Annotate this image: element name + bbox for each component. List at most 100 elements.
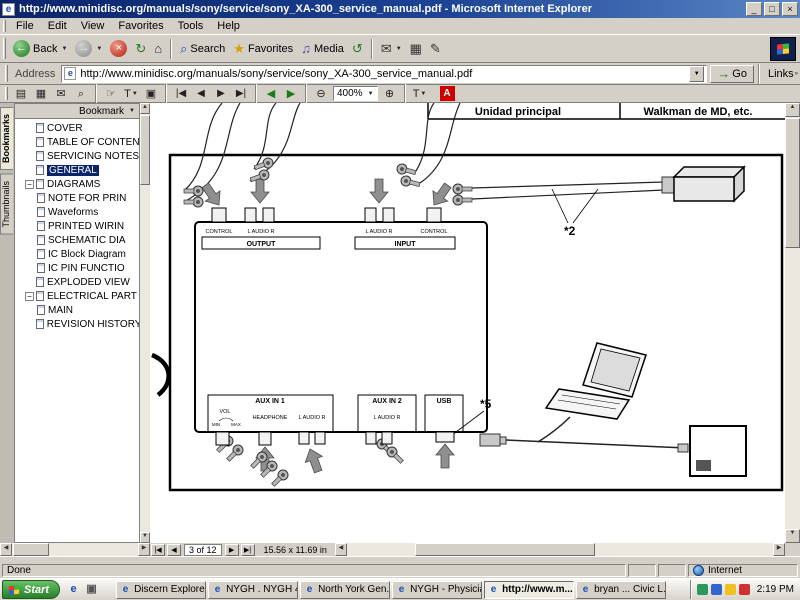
menu-tools[interactable]: Tools <box>171 19 211 33</box>
address-grip[interactable] <box>5 65 8 82</box>
scroll-up-button[interactable]: ▲ <box>140 103 150 114</box>
last-page-button[interactable]: ▶| <box>232 86 250 101</box>
bookmark-item-revision-history[interactable]: REVISION HISTORY <box>15 317 139 331</box>
bookmark-item-general[interactable]: GENERAL <box>15 163 139 177</box>
next-page-button[interactable]: ▶ <box>225 544 239 556</box>
minimize-button[interactable]: _ <box>746 2 762 16</box>
stop-button[interactable]: × <box>106 37 131 61</box>
acrobat-print-button[interactable]: ▦ <box>32 86 50 101</box>
toolbar-grip[interactable] <box>3 38 6 60</box>
acrobat-grip[interactable] <box>5 87 8 101</box>
quicklaunch-desktop-icon[interactable]: ▣ <box>84 582 99 597</box>
bookmark-item-exploded-view[interactable]: EXPLODED VIEW <box>15 275 139 289</box>
refresh-button[interactable]: ↻ <box>131 37 150 61</box>
bookmarks-hscrollbar[interactable]: ◀ ▶ <box>0 543 150 556</box>
close-button[interactable]: × <box>782 2 798 16</box>
print-button[interactable]: ▦ <box>406 37 426 61</box>
pdf-page[interactable]: Unidad principal Walkman de MD, etc. <box>150 103 785 543</box>
quicklaunch-ie-icon[interactable]: e <box>66 582 81 597</box>
menu-file[interactable]: File <box>9 19 41 33</box>
bookmark-item-ic-block[interactable]: IC Block Diagram <box>15 247 139 261</box>
scroll-thumb[interactable] <box>785 118 800 248</box>
bookmarks-header[interactable]: Bookmark ▼ <box>15 104 139 119</box>
collapse-icon[interactable]: − <box>25 180 34 189</box>
bookmark-item-main[interactable]: MAIN <box>15 303 139 317</box>
scroll-right-button[interactable]: ▶ <box>138 543 150 556</box>
task-button-nygh-4[interactable]: eNYGH . NYGH 4... <box>208 581 298 599</box>
previous-page-button[interactable]: ◀ <box>192 86 210 101</box>
snapshot-tool-button[interactable]: ▣ <box>142 86 160 101</box>
address-dropdown-button[interactable]: ▼ <box>689 66 704 82</box>
bookmark-item-cover[interactable]: COVER <box>15 121 139 135</box>
task-button-discern[interactable]: eDiscern Explore... <box>116 581 206 599</box>
save-button[interactable]: ▤ <box>12 86 30 101</box>
menu-favorites[interactable]: Favorites <box>111 19 170 33</box>
bookmark-item-diagrams[interactable]: −DIAGRAMS <box>15 177 139 191</box>
task-button-minidisc[interactable]: ehttp://www.m... <box>484 581 574 599</box>
menu-help[interactable]: Help <box>210 19 247 33</box>
select-text-button[interactable]: T▼ <box>122 86 140 101</box>
search-button[interactable]: ⌕ Search <box>176 37 229 61</box>
media-button[interactable]: ♫ Media <box>297 37 348 61</box>
previous-page-button[interactable]: ◀ <box>167 544 181 556</box>
edit-button[interactable]: ✎ <box>426 37 445 61</box>
vertical-scrollbar[interactable]: ▲ ▼ <box>785 103 800 543</box>
tab-thumbnails[interactable]: Thumbnails <box>0 174 13 235</box>
scroll-thumb[interactable] <box>415 543 595 556</box>
scroll-down-button[interactable]: ▼ <box>785 529 800 543</box>
tray-icon[interactable] <box>697 584 708 595</box>
bookmarks-menu-icon[interactable]: ▼ <box>129 108 135 114</box>
menu-view[interactable]: View <box>74 19 112 33</box>
bookmark-item-servicing-notes[interactable]: SERVICING NOTES <box>15 149 139 163</box>
zoom-out-button[interactable]: ⊖ <box>312 86 330 101</box>
page-indicator[interactable]: 3 of 12 <box>184 544 222 556</box>
address-input[interactable]: e http://www.minidisc.org/manuals/sony/s… <box>61 65 707 83</box>
zoom-level-select[interactable]: 400% ▼ <box>333 86 378 101</box>
back-dropdown-icon[interactable]: ▼ <box>61 46 67 52</box>
tray-icon[interactable] <box>725 584 736 595</box>
task-button-bryan-civic[interactable]: ebryan ... Civic L... <box>576 581 666 599</box>
dropdown-icon[interactable]: ▼ <box>132 91 138 97</box>
next-view-button[interactable]: ▶ <box>282 86 300 101</box>
previous-view-button[interactable]: ◀ <box>262 86 280 101</box>
last-page-button[interactable]: ▶| <box>241 544 255 556</box>
scroll-left-button[interactable]: ◀ <box>335 543 347 556</box>
horizontal-scrollbar[interactable]: ◀ ▶ <box>335 543 785 556</box>
scroll-right-button[interactable]: ▶ <box>773 543 785 556</box>
links-button[interactable]: Links » <box>768 68 798 80</box>
bookmark-item-electrical-parts[interactable]: −ELECTRICAL PART <box>15 289 139 303</box>
bookmark-item-printed-wiring[interactable]: PRINTED WIRIN <box>15 219 139 233</box>
collapse-icon[interactable]: − <box>25 292 34 301</box>
zoom-in-button[interactable]: ⊕ <box>381 86 399 101</box>
mail-dropdown-icon[interactable]: ▼ <box>396 46 402 52</box>
start-button[interactable]: Start <box>2 580 60 599</box>
bookmark-item-toc[interactable]: TABLE OF CONTEN <box>15 135 139 149</box>
first-page-button[interactable]: |◀ <box>151 544 165 556</box>
hand-tool-button[interactable]: ☞ <box>102 86 120 101</box>
scroll-left-button[interactable]: ◀ <box>0 543 12 556</box>
scroll-thumb[interactable] <box>140 115 150 185</box>
scroll-up-button[interactable]: ▲ <box>785 103 800 117</box>
dropdown-icon[interactable]: ▼ <box>420 91 426 97</box>
first-page-button[interactable]: |◀ <box>172 86 190 101</box>
menu-grip[interactable] <box>3 20 6 33</box>
bookmark-item-note-for-print[interactable]: NOTE FOR PRIN <box>15 191 139 205</box>
text-tool-button[interactable]: T▼ <box>411 86 429 101</box>
bookmark-item-waveforms[interactable]: Waveforms <box>15 205 139 219</box>
task-button-north-york[interactable]: eNorth York Gen... <box>300 581 390 599</box>
forward-button[interactable]: → ▼ <box>71 37 106 61</box>
tab-bookmarks[interactable]: Bookmarks <box>0 107 13 170</box>
scroll-down-button[interactable]: ▼ <box>140 532 150 543</box>
go-button[interactable]: → Go <box>710 65 754 83</box>
history-button[interactable]: ↺ <box>348 37 367 61</box>
scroll-thumb[interactable] <box>13 543 49 556</box>
acrobat-search-button[interactable]: ⌕ <box>72 86 90 101</box>
back-button[interactable]: ← Back ▼ <box>9 37 71 61</box>
forward-dropdown-icon[interactable]: ▼ <box>96 46 102 52</box>
address-value[interactable]: http://www.minidisc.org/manuals/sony/ser… <box>80 68 689 80</box>
next-page-button[interactable]: ▶ <box>212 86 230 101</box>
mail-button[interactable]: ✉ ▼ <box>377 37 406 61</box>
task-button-nygh-physicians[interactable]: eNYGH - Physicia... <box>392 581 482 599</box>
home-button[interactable]: ⌂ <box>150 37 166 61</box>
favorites-button[interactable]: ★ Favorites <box>229 37 297 61</box>
